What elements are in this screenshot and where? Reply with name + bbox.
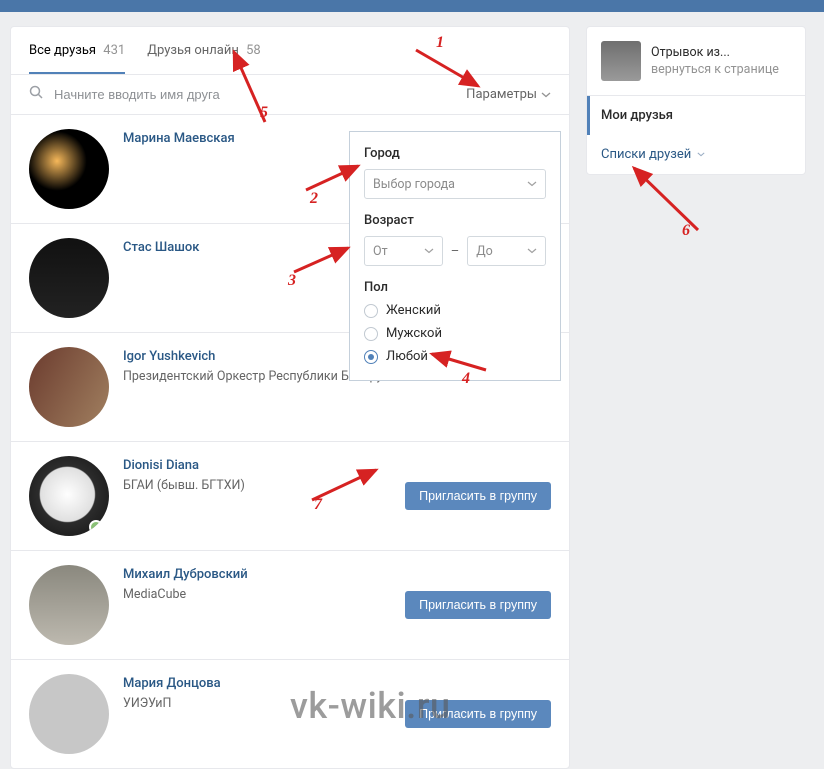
avatar[interactable] — [29, 238, 109, 318]
friend-name[interactable]: Dionisi Diana — [123, 458, 199, 473]
friend-name[interactable]: Марина Маевская — [123, 131, 235, 146]
search-input[interactable] — [54, 87, 466, 102]
age-from-select[interactable]: От — [364, 236, 443, 266]
friend-name[interactable]: Стас Шашок — [123, 240, 199, 255]
tab-all-friends[interactable]: Все друзья 431 — [29, 27, 125, 74]
profile-block[interactable]: Отрывок из... вернуться к странице — [587, 27, 805, 95]
list-item: Мария Донцова УИЭУиП Пригласить в группу — [11, 660, 569, 768]
age-to-placeholder: До — [476, 244, 493, 259]
radio-label: Мужской — [386, 326, 442, 341]
chevron-down-icon — [424, 248, 434, 254]
tab-online-label: Друзья онлайн — [147, 43, 239, 58]
avatar[interactable] — [29, 456, 109, 536]
radio-male[interactable]: Мужской — [364, 326, 546, 341]
radio-icon — [364, 304, 378, 318]
search-row: Параметры — [11, 75, 569, 115]
tab-online-friends[interactable]: Друзья онлайн 58 — [147, 27, 261, 74]
avatar[interactable] — [29, 347, 109, 427]
sidebar-item-lists[interactable]: Списки друзей — [587, 135, 805, 174]
tabs: Все друзья 431 Друзья онлайн 58 — [11, 27, 569, 75]
chevron-down-icon — [541, 92, 551, 98]
profile-back: вернуться к странице — [651, 62, 779, 77]
age-from-placeholder: От — [373, 244, 388, 259]
main-panel: Все друзья 431 Друзья онлайн 58 Параметр… — [10, 26, 570, 769]
avatar[interactable] — [29, 565, 109, 645]
profile-title: Отрывок из... — [651, 45, 779, 60]
sidebar-item-label: Списки друзей — [601, 147, 691, 162]
filter-city-title: Город — [364, 146, 546, 161]
age-to-select[interactable]: До — [467, 236, 546, 266]
friend-subtitle: БГАИ (бывш. БГТХИ) — [123, 477, 405, 495]
radio-any[interactable]: Любой — [364, 349, 546, 364]
invite-button[interactable]: Пригласить в группу — [405, 700, 551, 728]
avatar[interactable] — [29, 129, 109, 209]
params-label: Параметры — [466, 87, 537, 102]
chevron-down-icon — [527, 181, 537, 187]
list-item: Dionisi Diana БГАИ (бывш. БГТХИ) Приглас… — [11, 442, 569, 551]
tab-online-count: 58 — [246, 43, 261, 58]
filter-panel: Город Выбор города Возраст От — [349, 131, 561, 381]
topbar — [0, 0, 824, 12]
filter-gender-title: Пол — [364, 280, 546, 295]
friend-name[interactable]: Igor Yushkevich — [123, 349, 215, 364]
tab-all-label: Все друзья — [29, 43, 96, 58]
city-placeholder: Выбор города — [373, 177, 455, 192]
list-item: Михаил Дубровский MediaCube Пригласить в… — [11, 551, 569, 660]
sidebar-item-label: Мои друзья — [601, 108, 673, 123]
radio-label: Любой — [386, 349, 428, 364]
params-toggle[interactable]: Параметры — [466, 87, 551, 102]
invite-button[interactable]: Пригласить в группу — [405, 482, 551, 510]
radio-female[interactable]: Женский — [364, 303, 546, 318]
radio-icon — [364, 327, 378, 341]
sidebar-item-friends[interactable]: Мои друзья — [587, 96, 805, 135]
sidebar: Отрывок из... вернуться к странице Мои д… — [586, 26, 806, 769]
invite-button[interactable]: Пригласить в группу — [405, 591, 551, 619]
tab-all-count: 431 — [103, 43, 125, 58]
sidebar-nav: Мои друзья Списки друзей — [587, 95, 805, 174]
city-select[interactable]: Выбор города — [364, 169, 546, 199]
chevron-down-icon — [527, 248, 537, 254]
radio-label: Женский — [386, 303, 441, 318]
friend-name[interactable]: Мария Донцова — [123, 676, 221, 691]
avatar — [601, 41, 641, 81]
chevron-down-icon — [697, 152, 705, 157]
friend-name[interactable]: Михаил Дубровский — [123, 567, 248, 582]
friend-subtitle: MediaCube — [123, 586, 405, 604]
sidebar-card: Отрывок из... вернуться к странице Мои д… — [586, 26, 806, 175]
friend-subtitle: УИЭУиП — [123, 695, 405, 713]
search-icon — [29, 85, 44, 104]
filter-age-title: Возраст — [364, 213, 546, 228]
online-indicator — [89, 520, 103, 534]
avatar[interactable] — [29, 674, 109, 754]
radio-icon — [364, 350, 378, 364]
age-dash: – — [451, 244, 460, 259]
